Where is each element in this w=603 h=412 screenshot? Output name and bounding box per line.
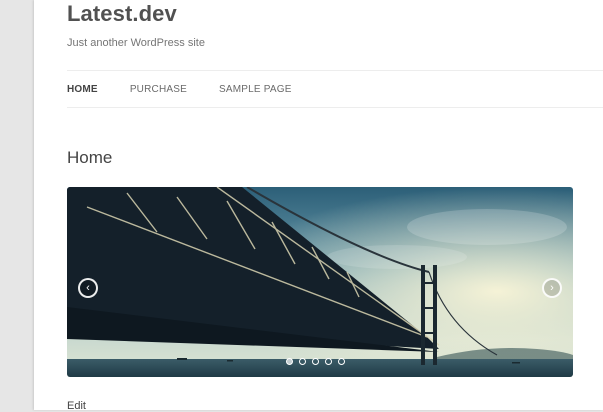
image-slider[interactable]: ‹ › <box>67 187 573 377</box>
slider-dot-5[interactable] <box>338 358 345 365</box>
site-title[interactable]: Latest.dev <box>67 1 177 27</box>
slider-next-button[interactable]: › <box>542 278 562 298</box>
page-title: Home <box>67 148 113 167</box>
page-container: Latest.dev Just another WordPress site H… <box>34 0 603 412</box>
chevron-left-icon: ‹ <box>86 281 90 294</box>
slider-dot-1[interactable] <box>286 358 293 365</box>
nav-item-home[interactable]: HOME <box>67 84 98 95</box>
slide-image-bridge <box>67 187 573 377</box>
slider-dot-3[interactable] <box>312 358 319 365</box>
nav-item-purchase[interactable]: PURCHASE <box>130 84 187 95</box>
slider-dot-4[interactable] <box>325 358 332 365</box>
slider-prev-button[interactable]: ‹ <box>78 278 98 298</box>
slider-pagination <box>286 358 351 365</box>
main-navigation: HOME PURCHASE SAMPLE PAGE <box>67 70 603 108</box>
site-description: Just another WordPress site <box>67 37 205 49</box>
chevron-right-icon: › <box>550 281 554 294</box>
edit-link[interactable]: Edit <box>67 400 86 412</box>
nav-item-sample-page[interactable]: SAMPLE PAGE <box>219 84 292 95</box>
slider-dot-2[interactable] <box>299 358 306 365</box>
